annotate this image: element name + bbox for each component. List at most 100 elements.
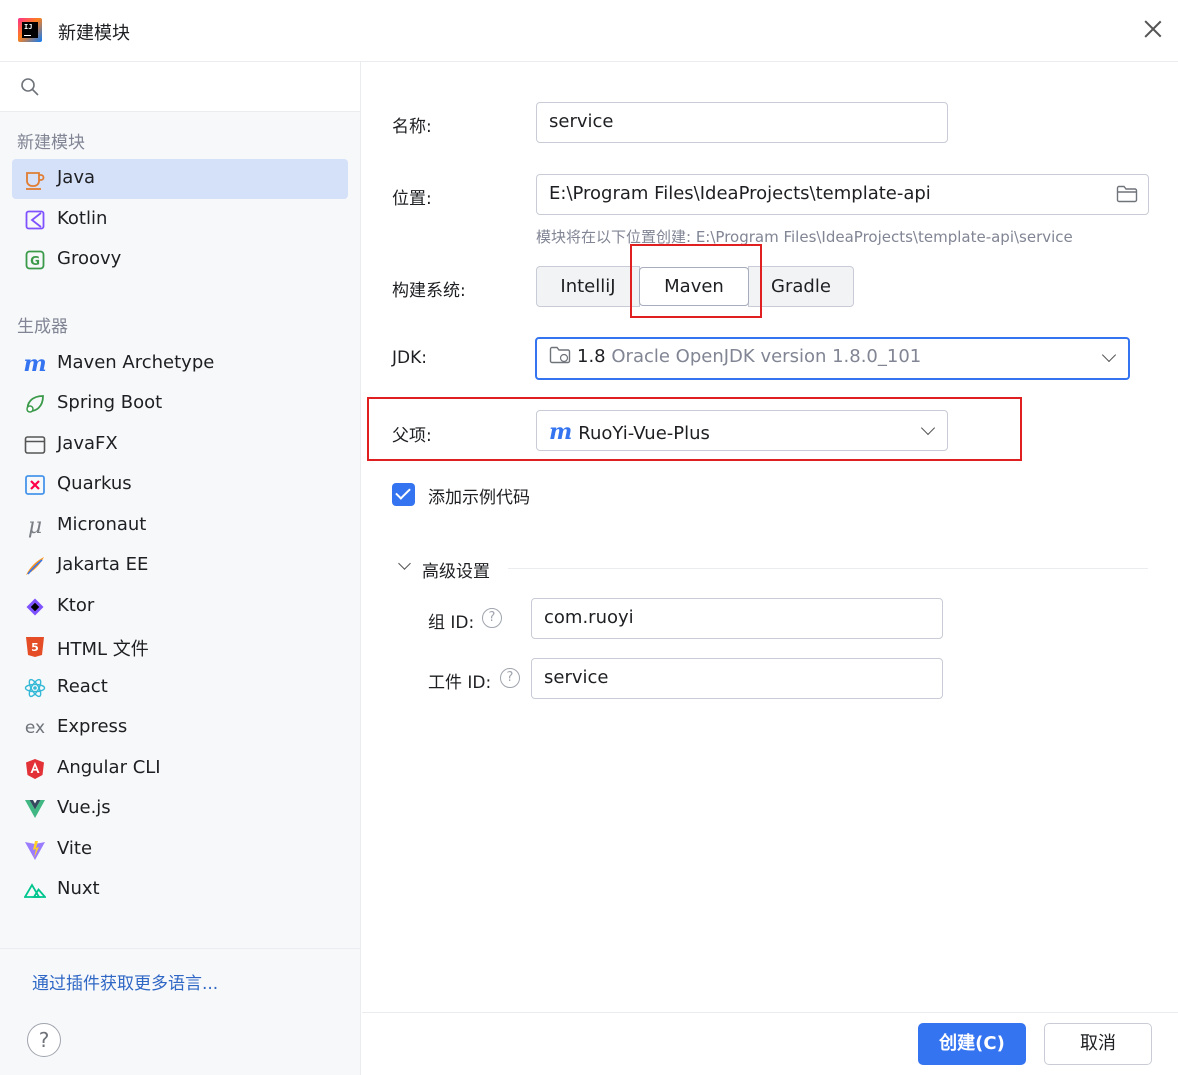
window-title: 新建模块 [58, 23, 130, 44]
sidebar-item-label: Groovy [57, 248, 122, 269]
sample-code-checkbox[interactable] [392, 483, 415, 506]
sidebar-item-vuejs[interactable]: Vue.js [12, 789, 348, 829]
advanced-settings-label[interactable]: 高级设置 [422, 557, 490, 582]
chevron-down-icon [1101, 347, 1117, 363]
sidebar-item-label: Maven Archetype [57, 352, 215, 373]
build-option-gradle[interactable]: Gradle [748, 266, 854, 307]
sidebar-item-groovy[interactable]: G Groovy [12, 240, 348, 280]
folder-icon[interactable] [1116, 185, 1138, 203]
sidebar-item-label: JavaFX [57, 433, 118, 454]
sidebar-item-react[interactable]: React [12, 668, 348, 708]
section-generators: 生成器 [17, 317, 68, 337]
jdk-name: Oracle OpenJDK version 1.8.0_101 [611, 346, 922, 367]
sample-code-label: 添加示例代码 [428, 488, 530, 508]
micronaut-icon: μ [27, 513, 43, 539]
location-value: E:\Program Files\IdeaProjects\template-a… [549, 183, 931, 204]
sidebar-item-javafx[interactable]: JavaFX [12, 425, 348, 465]
search-icon [21, 78, 39, 96]
create-button[interactable]: 创建(C) [918, 1023, 1026, 1065]
search-input[interactable] [0, 62, 360, 112]
html5-icon: 5 [24, 636, 46, 658]
sidebar-item-label: HTML 文件 [57, 639, 149, 660]
sidebar-item-label: Micronaut [57, 514, 147, 535]
section-new-module: 新建模块 [17, 133, 85, 153]
sidebar-item-maven-archetype[interactable]: m Maven Archetype [12, 344, 348, 384]
ktor-icon [24, 596, 46, 618]
javafx-window-icon [24, 434, 46, 456]
cancel-button[interactable]: 取消 [1044, 1023, 1152, 1065]
sidebar-item-label: Quarkus [57, 473, 132, 494]
name-field[interactable]: service [536, 102, 948, 143]
artifact-id-value: service [544, 667, 609, 688]
jdk-label: JDK: [392, 348, 427, 368]
sidebar: 新建模块 Java Kotlin G Groovy 生成器 m Maven Ar… [0, 62, 361, 1075]
sidebar-item-java[interactable]: Java [12, 159, 348, 199]
jdk-folder-icon [549, 346, 571, 364]
sidebar-item-ktor[interactable]: Ktor [12, 587, 348, 627]
help-circle-icon[interactable]: ? [482, 608, 502, 628]
help-circle-icon[interactable]: ? [500, 668, 520, 688]
sidebar-item-html[interactable]: 5 HTML 文件 [12, 627, 348, 667]
parent-select[interactable]: m RuoYi-Vue-Plus [536, 410, 948, 451]
chevron-down-icon [920, 420, 936, 436]
sidebar-item-label: Spring Boot [57, 392, 163, 413]
module-form: 名称: service 位置: E:\Program Files\IdeaPro… [362, 62, 1178, 1012]
group-id-field[interactable]: com.ruoyi [531, 598, 943, 639]
sidebar-divider [0, 948, 360, 949]
group-id-label: 组 ID: [428, 613, 475, 633]
maven-icon: m [23, 351, 47, 377]
jakarta-ee-icon [24, 555, 46, 577]
sidebar-item-kotlin[interactable]: Kotlin [12, 200, 348, 240]
artifact-id-label: 工件 ID: [428, 673, 492, 693]
close-icon[interactable] [1142, 18, 1164, 40]
location-field[interactable]: E:\Program Files\IdeaProjects\template-a… [536, 174, 1149, 215]
vue-icon [24, 798, 46, 820]
vite-icon [24, 839, 46, 861]
sidebar-item-nuxt[interactable]: Nuxt [12, 870, 348, 910]
sidebar-item-label: Java [57, 167, 96, 188]
sidebar-item-label: Ktor [57, 595, 95, 616]
sidebar-item-micronaut[interactable]: μ Micronaut [12, 506, 348, 546]
java-cup-icon [24, 168, 46, 190]
sidebar-item-label: Kotlin [57, 208, 108, 229]
sidebar-item-spring-boot[interactable]: Spring Boot [12, 384, 348, 424]
sidebar-item-angular-cli[interactable]: Angular CLI [12, 749, 348, 789]
groovy-icon: G [24, 249, 46, 271]
build-option-maven[interactable]: Maven [639, 267, 749, 306]
express-icon: ex [24, 718, 46, 738]
angular-icon [24, 758, 46, 780]
svg-text:5: 5 [31, 641, 39, 654]
intellij-logo-icon: IJ [18, 18, 42, 42]
sidebar-item-label: Nuxt [57, 878, 100, 899]
sidebar-item-label: Jakarta EE [57, 554, 149, 575]
get-more-languages-link[interactable]: 通过插件获取更多语言... [32, 969, 218, 994]
sidebar-item-express[interactable]: ex Express [12, 708, 348, 748]
build-system-label: 构建系统: [392, 281, 466, 301]
kotlin-icon [24, 209, 46, 231]
jdk-select[interactable]: 1.8 Oracle OpenJDK version 1.8.0_101 [535, 337, 1130, 380]
sidebar-item-label: Angular CLI [57, 757, 161, 778]
jdk-version: 1.8 [577, 346, 606, 367]
react-icon [24, 677, 46, 699]
help-button[interactable]: ? [27, 1023, 61, 1057]
advanced-divider [508, 568, 1148, 569]
nuxt-icon [24, 879, 46, 901]
location-label: 位置: [392, 189, 432, 209]
sidebar-item-label: Express [57, 716, 128, 737]
parent-label: 父项: [392, 426, 432, 446]
title-bar: IJ 新建模块 [0, 0, 1178, 62]
svg-text:G: G [30, 254, 40, 268]
sidebar-item-vite[interactable]: Vite [12, 830, 348, 870]
maven-icon: m [549, 419, 573, 445]
name-value: service [549, 111, 614, 132]
artifact-id-field[interactable]: service [531, 658, 943, 699]
quarkus-icon [24, 474, 46, 496]
chevron-down-icon[interactable] [398, 557, 411, 570]
spring-boot-icon [24, 393, 46, 415]
location-hint: 模块将在以下位置创建: E:\Program Files\IdeaProject… [536, 228, 1073, 246]
name-label: 名称: [392, 117, 432, 137]
sidebar-item-jakarta-ee[interactable]: Jakarta EE [12, 546, 348, 586]
sidebar-item-label: Vite [57, 838, 93, 859]
build-option-intellij[interactable]: IntelliJ [536, 266, 640, 307]
sidebar-item-quarkus[interactable]: Quarkus [12, 465, 348, 505]
